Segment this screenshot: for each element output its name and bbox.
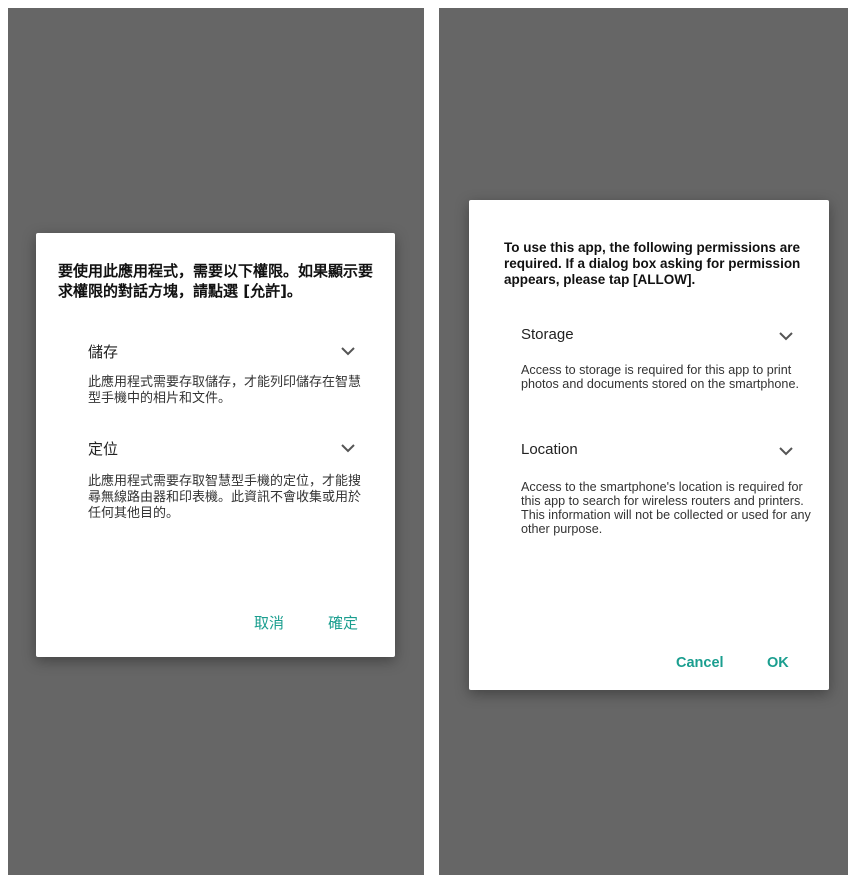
section-storage-label[interactable]: 儲存 — [88, 341, 118, 362]
chevron-down-icon[interactable] — [338, 341, 358, 361]
screen-english: To use this app, the following permissio… — [439, 8, 848, 875]
screen-chinese: 要使用此應用程式，需要以下權限。如果顯示要求權限的對話方塊，請點選 [允許]。 … — [8, 8, 424, 875]
section-storage-label[interactable]: Storage — [521, 326, 574, 343]
chevron-down-icon[interactable] — [776, 441, 796, 461]
section-storage-description: Access to storage is required for this a… — [521, 363, 799, 391]
dialog-title: 要使用此應用程式，需要以下權限。如果顯示要求權限的對話方塊，請點選 [允許]。 — [58, 262, 374, 300]
chevron-down-icon[interactable] — [338, 438, 358, 458]
cancel-button[interactable]: 取消 — [254, 612, 284, 633]
ok-button[interactable]: 確定 — [328, 612, 358, 633]
ok-button[interactable]: OK — [767, 655, 789, 671]
section-storage-description: 此應用程式需要存取儲存，才能列印儲存在智慧型手機中的相片和文件。 — [88, 375, 362, 406]
chevron-down-icon[interactable] — [776, 326, 796, 346]
section-location-description: 此應用程式需要存取智慧型手機的定位，才能搜尋無線路由器和印表機。此資訊不會收集或… — [88, 474, 362, 521]
section-location-description: Access to the smartphone's location is r… — [521, 480, 811, 536]
cancel-button[interactable]: Cancel — [676, 655, 724, 671]
section-location-label[interactable]: 定位 — [88, 438, 118, 459]
section-location-label[interactable]: Location — [521, 441, 578, 458]
permission-dialog-zh: 要使用此應用程式，需要以下權限。如果顯示要求權限的對話方塊，請點選 [允許]。 … — [36, 233, 395, 657]
dialog-title: To use this app, the following permissio… — [504, 240, 801, 287]
permission-dialog-en: To use this app, the following permissio… — [469, 200, 829, 690]
